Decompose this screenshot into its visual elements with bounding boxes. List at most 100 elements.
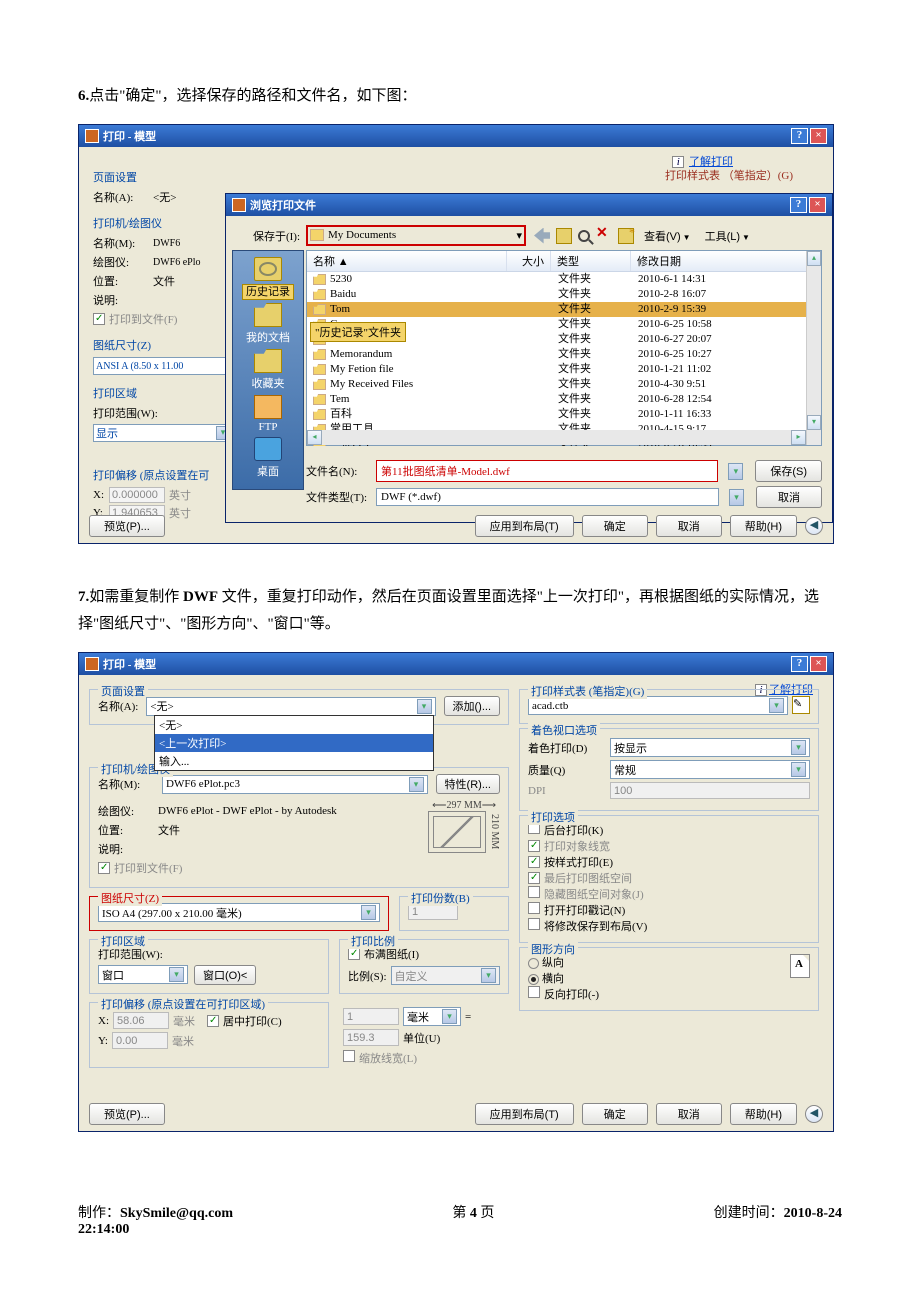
name-a-label: 名称(A): bbox=[93, 189, 153, 205]
save-button[interactable]: 保存(S) bbox=[755, 460, 822, 482]
view-menu[interactable]: 查看(V)▼ bbox=[640, 226, 695, 246]
file-list[interactable]: 名称 ▲ 大小 类型 修改日期 5230文件夹2010-6-1 14:31Bai… bbox=[306, 250, 822, 446]
print-range-select[interactable]: 窗口▾ bbox=[98, 965, 188, 984]
save-in-select[interactable]: My Documents ▾ bbox=[306, 225, 526, 246]
print-dialog-titlebar[interactable]: 打印 - 模型 ? × bbox=[79, 125, 833, 147]
unit-select[interactable]: 毫米▾ bbox=[403, 1007, 461, 1026]
scrollbar-vertical[interactable]: ▴ ▾ bbox=[806, 251, 821, 445]
portrait-radio[interactable] bbox=[528, 958, 539, 969]
close-icon[interactable]: × bbox=[810, 656, 827, 672]
file-row[interactable]: Memorandum文件夹2010-6-25 10:27 bbox=[307, 347, 821, 362]
place-favorites[interactable]: 收藏夹 bbox=[252, 349, 285, 391]
location-label: 位置: bbox=[93, 273, 153, 289]
file-row[interactable]: Tom文件夹2010-2-9 15:39 bbox=[307, 302, 821, 317]
search-icon[interactable] bbox=[578, 230, 590, 242]
delete-icon[interactable]: ✕ bbox=[596, 228, 612, 244]
x-unit: 英寸 bbox=[169, 487, 191, 503]
new-folder-icon[interactable] bbox=[618, 228, 634, 244]
style-check[interactable] bbox=[528, 856, 540, 868]
place-desktop[interactable]: 桌面 bbox=[254, 437, 282, 479]
scroll-left-icon[interactable]: ◂ bbox=[307, 430, 322, 445]
ok-button[interactable]: 确定 bbox=[582, 1103, 648, 1125]
collapse-icon[interactable]: ◀ bbox=[805, 1105, 823, 1123]
chevron-down-icon: ▾ bbox=[417, 699, 432, 714]
add-button[interactable]: 添加()... bbox=[444, 696, 501, 716]
scroll-up-icon[interactable]: ▴ bbox=[807, 251, 821, 266]
file-row[interactable]: My Fetion file文件夹2010-1-21 11:02 bbox=[307, 362, 821, 377]
filename-input[interactable]: 第11批图纸清单-Model.dwf bbox=[376, 460, 718, 482]
quality-select[interactable]: 常规▾ bbox=[610, 760, 810, 779]
apply-layout-button[interactable]: 应用到布局(T) bbox=[475, 1103, 574, 1125]
y-input[interactable] bbox=[112, 1032, 168, 1049]
browse-title: 浏览打印文件 bbox=[250, 197, 788, 213]
scrollbar-horizontal[interactable]: ◂ ▸ bbox=[307, 430, 806, 445]
chevron-down-icon[interactable]: ▾ bbox=[728, 463, 743, 480]
filetype-select[interactable]: DWF (*.dwf) bbox=[376, 488, 719, 506]
print-to-file-check bbox=[93, 313, 105, 325]
up-folder-icon[interactable] bbox=[556, 228, 572, 244]
paper-size-select[interactable]: ANSI A (8.50 x 11.00 bbox=[93, 357, 233, 375]
cancel-button[interactable]: 取消 bbox=[656, 515, 722, 537]
back-icon[interactable] bbox=[534, 228, 550, 244]
help-icon[interactable]: ? bbox=[791, 128, 808, 144]
help-icon[interactable]: ? bbox=[790, 197, 807, 213]
reverse-check[interactable] bbox=[528, 986, 540, 998]
ok-button[interactable]: 确定 bbox=[582, 515, 648, 537]
places-bar: 历史记录 我的文档 收藏夹 FTP 桌面 bbox=[232, 250, 304, 490]
chevron-down-icon: ▾ bbox=[769, 698, 784, 713]
cancel-button[interactable]: 取消 bbox=[756, 486, 822, 508]
savechg-check[interactable] bbox=[528, 918, 540, 930]
edit-style-icon[interactable]: ✎ bbox=[792, 696, 810, 714]
stamp-check[interactable] bbox=[528, 902, 540, 914]
browse-titlebar[interactable]: 浏览打印文件 ? × bbox=[226, 194, 832, 216]
cancel-button[interactable]: 取消 bbox=[656, 1103, 722, 1125]
file-row[interactable]: 百科文件夹2010-1-11 16:33 bbox=[307, 407, 821, 422]
folder-icon bbox=[313, 304, 326, 315]
properties-button[interactable]: 特性(R)... bbox=[436, 774, 500, 794]
place-ftp[interactable]: FTP bbox=[254, 395, 282, 433]
print-area-group: 打印区域 bbox=[93, 385, 233, 401]
scale-lw-check bbox=[343, 1050, 355, 1062]
help-button[interactable]: 帮助(H) bbox=[730, 1103, 797, 1125]
filelist-header[interactable]: 名称 ▲ 大小 类型 修改日期 bbox=[307, 251, 821, 272]
opt-input[interactable]: 输入... bbox=[155, 752, 433, 770]
help-button[interactable]: 帮助(H) bbox=[730, 515, 797, 537]
scroll-down-icon[interactable]: ▾ bbox=[807, 415, 821, 430]
file-row[interactable]: 5230文件夹2010-6-1 14:31 bbox=[307, 272, 821, 287]
preview-button[interactable]: 预览(P)... bbox=[89, 515, 165, 537]
folder-icon bbox=[310, 229, 324, 241]
x-input[interactable] bbox=[109, 487, 165, 503]
file-row[interactable]: Tem文件夹2010-6-28 12:54 bbox=[307, 392, 821, 407]
file-row[interactable]: My Received Files文件夹2010-4-30 9:51 bbox=[307, 377, 821, 392]
print-dialog: 打印 - 模型 ? × i 了解打印 打印样式表 （笔指定）(G) 页面设置 名… bbox=[78, 124, 834, 544]
preview-button[interactable]: 预览(P)... bbox=[89, 1103, 165, 1125]
x-input[interactable] bbox=[113, 1012, 169, 1029]
shade-select[interactable]: 按显示▾ bbox=[610, 738, 810, 757]
landscape-radio[interactable] bbox=[528, 974, 539, 985]
name-a-dropdown[interactable]: <无> <上一次打印> 输入... bbox=[154, 715, 434, 771]
place-history[interactable]: 历史记录 bbox=[242, 257, 294, 299]
center-check[interactable] bbox=[207, 1015, 219, 1027]
print-range-select[interactable]: 显示▾ bbox=[93, 424, 233, 442]
apply-layout-button[interactable]: 应用到布局(T) bbox=[475, 515, 574, 537]
name-m-value: DWF6 bbox=[153, 238, 180, 249]
name-m-select[interactable]: DWF6 ePlot.pc3▾ bbox=[162, 775, 428, 794]
file-row[interactable]: Baidu文件夹2010-2-8 16:07 bbox=[307, 287, 821, 302]
expand-icon[interactable]: ◀ bbox=[805, 517, 823, 535]
print-dialog-titlebar[interactable]: 打印 - 模型 ? × bbox=[79, 653, 833, 675]
printer-group: 打印机/绘图仪 bbox=[93, 215, 233, 231]
window-button[interactable]: 窗口(O)< bbox=[194, 965, 256, 985]
chevron-down-icon[interactable]: ▾ bbox=[729, 489, 744, 506]
place-documents[interactable]: 我的文档 bbox=[246, 303, 290, 345]
tools-menu[interactable]: 工具(L)▼ bbox=[701, 226, 754, 246]
scroll-right-icon[interactable]: ▸ bbox=[791, 430, 806, 445]
last-check bbox=[528, 872, 540, 884]
opt-last-print[interactable]: <上一次打印> bbox=[155, 734, 433, 752]
close-icon[interactable]: × bbox=[810, 128, 827, 144]
opt-none[interactable]: <无> bbox=[155, 716, 433, 734]
hide-check bbox=[528, 886, 540, 898]
close-icon[interactable]: × bbox=[809, 197, 826, 213]
name-a-select[interactable]: <无>▾ bbox=[146, 697, 435, 716]
fit-check[interactable] bbox=[348, 948, 360, 960]
help-icon[interactable]: ? bbox=[791, 656, 808, 672]
